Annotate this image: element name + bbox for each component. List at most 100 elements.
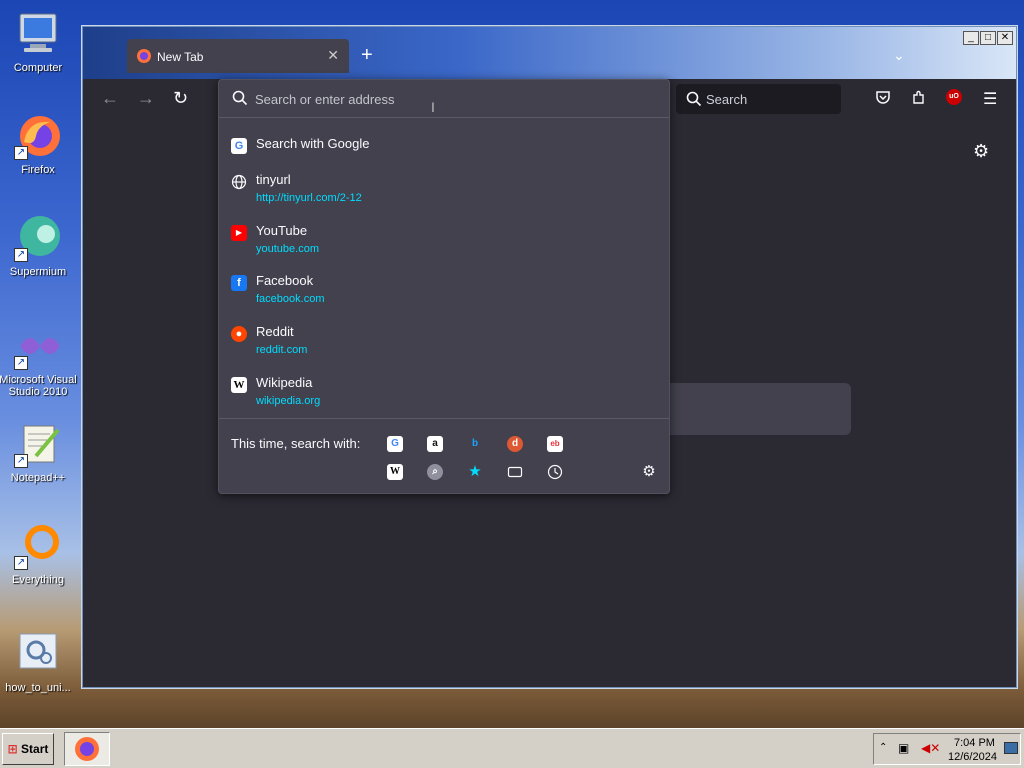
desktop-icon-supermium[interactable]: ↗ Supermium <box>0 214 78 278</box>
ebay-icon[interactable]: eb <box>547 436 563 452</box>
shortcut-arrow-icon: ↗ <box>14 146 28 160</box>
google-icon: G <box>231 138 247 154</box>
desktop-icon-computer[interactable]: Computer <box>0 10 78 74</box>
desktop-icon-how-to-uni[interactable]: how_to_uni... <box>0 630 78 694</box>
result-title: Wikipedia <box>256 375 313 390</box>
text-cursor-icon: I <box>431 99 435 115</box>
desktop-icon-label: Supermium <box>9 266 67 278</box>
reload-icon[interactable]: ↻ <box>173 89 188 107</box>
tab-new-tab[interactable]: New Tab ✕ <box>127 39 349 73</box>
firefox-icon <box>73 735 101 766</box>
forward-arrow-icon[interactable]: → <box>137 89 155 107</box>
show-desktop-icon[interactable] <box>1004 742 1018 754</box>
reddit-icon: ● <box>231 326 247 342</box>
duckduckgo-icon[interactable]: d <box>507 436 523 452</box>
result-title: Reddit <box>256 324 294 339</box>
search-settings-gear-icon[interactable]: ⚙ <box>641 464 657 480</box>
urlbar-result-youtube[interactable]: ▶ YouTube youtube.com <box>219 217 669 265</box>
clock-time[interactable]: 7:04 PM <box>954 737 995 749</box>
ublock-origin-icon[interactable]: uO <box>946 89 962 105</box>
new-tab-search-box[interactable] <box>643 383 851 435</box>
gear-icon[interactable]: ⚙ <box>973 141 989 162</box>
tab-close-icon[interactable]: ✕ <box>327 47 339 64</box>
firefox-icon: ↗ <box>14 112 62 160</box>
result-title: YouTube <box>256 223 308 238</box>
history-icon[interactable] <box>547 464 563 480</box>
firefox-favicon-icon <box>136 48 152 67</box>
settings-file-icon <box>14 630 62 678</box>
urlbar-result-wikipedia[interactable]: W Wikipedia wikipedia.org <box>219 369 669 417</box>
wikipedia-icon[interactable]: W <box>387 464 403 480</box>
new-tab-button[interactable]: + <box>361 45 373 65</box>
search-icon[interactable]: ⌕ <box>427 464 443 480</box>
maximize-button[interactable]: □ <box>980 31 996 45</box>
shortcut-arrow-icon: ↗ <box>14 248 28 262</box>
result-url: reddit.com <box>256 344 308 356</box>
amazon-icon[interactable]: a <box>427 436 443 452</box>
shortcut-arrow-icon: ↗ <box>14 556 28 570</box>
desktop-icon-label: Notepad++ <box>10 472 66 484</box>
google-icon[interactable]: G <box>387 436 403 452</box>
desktop-icon-firefox[interactable]: ↗ Firefox <box>0 112 78 176</box>
result-url: facebook.com <box>256 293 325 305</box>
desktop-icon-label: Microsoft Visual Studio 2010 <box>0 374 77 398</box>
tab-title: New Tab <box>157 50 204 64</box>
show-hidden-icons-chevron-icon[interactable]: ⌃ <box>879 742 887 753</box>
desktop-icon-everything[interactable]: ↗ Everything <box>0 522 78 586</box>
start-button[interactable]: ⊞ Start <box>2 733 54 765</box>
urlbar: I <box>219 80 669 118</box>
result-url: wikipedia.org <box>256 395 321 407</box>
one-off-label: This time, search with: <box>231 436 361 451</box>
tab-strip: New Tab ✕ + ⌄ _ □ ✕ <box>83 27 1016 79</box>
volume-muted-icon[interactable]: ◀✕ <box>921 741 940 755</box>
taskbar-firefox-button[interactable] <box>64 732 110 766</box>
clock-date[interactable]: 12/6/2024 <box>948 751 997 763</box>
network-icon[interactable]: ▣ <box>898 741 909 755</box>
start-label: Start <box>21 742 49 756</box>
urlbar-dropdown: I G Search with Google tinyurl http://ti… <box>218 79 670 494</box>
shortcut-arrow-icon: ↗ <box>14 356 28 370</box>
search-icon <box>686 91 702 110</box>
search-placeholder: Search <box>706 92 748 107</box>
close-window-button[interactable]: ✕ <box>997 31 1013 45</box>
extensions-puzzle-icon[interactable] <box>911 89 927 108</box>
windows-logo-icon: ⊞ <box>7 742 18 756</box>
one-off-search-buttons: This time, search with: G a b d eb W ⌕ ★… <box>219 418 669 494</box>
globe-icon <box>231 174 247 190</box>
facebook-icon: f <box>231 275 247 291</box>
urlbar-result-reddit[interactable]: ● Reddit reddit.com <box>219 318 669 366</box>
youtube-icon: ▶ <box>231 225 247 241</box>
back-arrow-icon[interactable]: ← <box>101 89 119 107</box>
system-tray: ⌃ ▣ ◀✕ 7:04 PM 12/6/2024 <box>873 733 1021 765</box>
result-title: Search with Google <box>256 136 370 151</box>
desktop-icon-label: Everything <box>12 574 64 586</box>
bookmarks-star-icon[interactable]: ★ <box>467 464 483 480</box>
everything-icon: ↗ <box>14 522 62 570</box>
pocket-icon[interactable] <box>875 89 891 108</box>
tabs-icon[interactable] <box>507 464 523 480</box>
list-all-tabs-chevron-icon[interactable]: ⌄ <box>893 47 905 64</box>
urlbar-result-facebook[interactable]: f Facebook facebook.com <box>219 267 669 315</box>
urlbar-input[interactable] <box>255 88 655 110</box>
desktop-icon-label: Firefox <box>21 164 55 176</box>
computer-icon <box>14 10 62 58</box>
result-title: Facebook <box>256 273 314 288</box>
notepadpp-icon: ↗ <box>14 420 62 468</box>
visual-studio-icon: ↗ <box>14 322 62 370</box>
wikipedia-icon: W <box>231 377 247 393</box>
desktop-icon-visual-studio[interactable]: ↗ Microsoft Visual Studio 2010 <box>0 322 78 398</box>
hamburger-menu-icon[interactable]: ☰ <box>983 89 997 109</box>
desktop-icon-notepadpp[interactable]: ↗ Notepad++ <box>0 420 78 484</box>
result-url: youtube.com <box>256 243 319 255</box>
result-title: tinyurl <box>256 172 291 187</box>
shortcut-arrow-icon: ↗ <box>14 454 28 468</box>
taskbar: ⊞ Start ⌃ ▣ ◀✕ 7:04 PM 12/6/2024 <box>0 728 1024 768</box>
result-url: http://tinyurl.com/2-12 <box>256 192 362 204</box>
desktop-icon-label: how_to_uni... <box>5 682 71 694</box>
minimize-button[interactable]: _ <box>963 31 979 45</box>
search-bar[interactable]: Search <box>676 84 841 114</box>
search-icon <box>232 90 248 109</box>
urlbar-result-tinyurl[interactable]: tinyurl http://tinyurl.com/2-12 <box>219 166 669 214</box>
bing-icon[interactable]: b <box>467 436 483 452</box>
supermium-icon: ↗ <box>14 214 62 262</box>
